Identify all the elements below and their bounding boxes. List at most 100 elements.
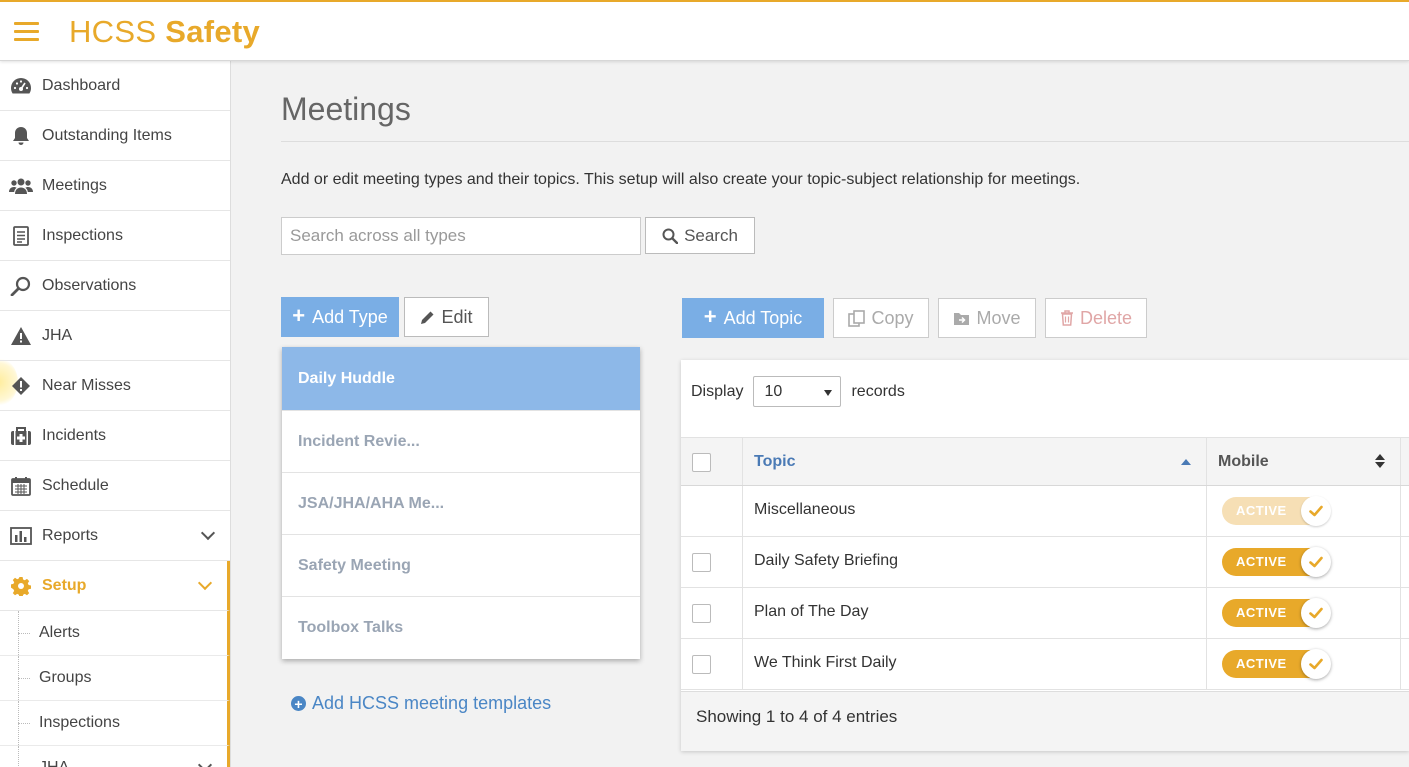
title-divider xyxy=(281,141,1409,142)
delete-topic-button[interactable]: Delete xyxy=(1045,298,1147,338)
meeting-types-list: Daily Huddle Incident Revie... JSA/JHA/A… xyxy=(282,347,640,659)
add-type-button[interactable]: + Add Type xyxy=(281,297,399,337)
chevron-down-icon[interactable] xyxy=(197,575,213,591)
medkit-icon xyxy=(9,424,33,448)
sidebar-item-schedule[interactable]: Schedule xyxy=(0,461,230,511)
move-topic-button[interactable]: Move xyxy=(938,298,1036,338)
toggle-label: ACTIVE xyxy=(1236,554,1287,569)
move-topic-label: Move xyxy=(976,307,1021,328)
add-topic-label: Add Topic xyxy=(723,307,803,328)
mobile-active-toggle[interactable]: ACTIVE xyxy=(1222,547,1331,577)
topic-name: Daily Safety Briefing xyxy=(754,552,899,569)
add-type-label: Add Type xyxy=(312,306,388,327)
sidebar-subitem-label: Groups xyxy=(39,669,92,686)
sidebar-item-reports[interactable]: Reports xyxy=(0,511,230,561)
mobile-cell: ACTIVE xyxy=(1207,486,1401,536)
mobile-cell: ACTIVE xyxy=(1207,588,1401,638)
plus-icon: + xyxy=(703,303,717,329)
meeting-type-item[interactable]: JSA/JHA/AHA Me... xyxy=(282,473,640,535)
table-row[interactable]: Miscellaneous ACTIVE xyxy=(681,486,1409,537)
delete-topic-label: Delete xyxy=(1079,307,1133,328)
meeting-type-item[interactable]: Safety Meeting xyxy=(282,535,640,597)
sidebar-subitem-label: JHA xyxy=(39,759,69,767)
bell-icon xyxy=(9,124,33,148)
sidebar-subitem-alerts[interactable]: Alerts xyxy=(0,611,230,656)
display-length-control: Display 10 records xyxy=(691,376,905,407)
mobile-column-header[interactable]: Mobile xyxy=(1207,438,1401,485)
edit-type-button[interactable]: Edit xyxy=(404,297,489,337)
sidebar-item-label: Dashboard xyxy=(42,76,121,94)
sidebar-item-label: Observations xyxy=(42,276,137,294)
sidebar-subitem-inspections[interactable]: Inspections xyxy=(0,701,230,746)
hamburger-menu-icon[interactable] xyxy=(14,22,39,42)
sidebar-item-label: Inspections xyxy=(42,226,123,244)
row-checkbox-cell xyxy=(681,486,743,536)
chevron-down-icon[interactable] xyxy=(200,525,216,541)
sidebar: Dashboard Outstanding Items Meetings Ins… xyxy=(0,61,231,767)
row-checkbox-cell xyxy=(681,588,743,638)
search-input[interactable] xyxy=(281,217,641,255)
toggle-label: ACTIVE xyxy=(1236,503,1287,518)
meeting-type-item[interactable]: Toolbox Talks xyxy=(282,597,640,659)
sidebar-item-label: Meetings xyxy=(42,176,107,194)
sidebar-item-dashboard[interactable]: Dashboard xyxy=(0,61,230,111)
topic-cell: Miscellaneous xyxy=(743,486,1207,536)
sidebar-item-label: Outstanding Items xyxy=(42,126,172,144)
check-icon xyxy=(1301,598,1331,628)
edit-type-label: Edit xyxy=(441,306,473,327)
sidebar-subitem-label: Alerts xyxy=(39,624,80,641)
brand-logo[interactable]: HCSS Safety xyxy=(69,14,260,50)
mobile-cell: ACTIVE xyxy=(1207,639,1401,689)
chevron-down-icon[interactable] xyxy=(197,757,213,767)
search-icon xyxy=(662,228,679,244)
table-row[interactable]: Daily Safety Briefing ACTIVE xyxy=(681,537,1409,588)
display-label: Display xyxy=(691,382,744,400)
topic-column-header[interactable]: Topic xyxy=(743,438,1207,485)
meeting-type-item[interactable]: Daily Huddle xyxy=(282,347,640,411)
copy-icon xyxy=(848,309,866,327)
search-button[interactable]: Search xyxy=(645,217,755,254)
sidebar-item-label: Near Misses xyxy=(42,376,131,394)
check-icon xyxy=(1301,649,1331,679)
sidebar-item-incidents[interactable]: Incidents xyxy=(0,411,230,461)
sidebar-item-inspections[interactable]: Inspections xyxy=(0,211,230,261)
row-checkbox[interactable] xyxy=(692,553,711,572)
sidebar-item-setup[interactable]: Setup xyxy=(0,561,230,611)
add-templates-link[interactable]: + Add HCSS meeting templates xyxy=(291,693,551,714)
mobile-active-toggle[interactable]: ACTIVE xyxy=(1222,496,1331,526)
dashboard-icon xyxy=(9,74,33,98)
sidebar-item-observations[interactable]: Observations xyxy=(0,261,230,311)
check-icon xyxy=(1301,547,1331,577)
mobile-active-toggle[interactable]: ACTIVE xyxy=(1222,598,1331,628)
plus-circle-icon: + xyxy=(291,696,306,711)
row-checkbox[interactable] xyxy=(692,604,711,623)
users-icon xyxy=(9,174,33,198)
sidebar-subitem-jha[interactable]: JHA xyxy=(0,746,230,767)
topic-name: Plan of The Day xyxy=(754,603,869,620)
table-row[interactable]: We Think First Daily ACTIVE xyxy=(681,639,1409,690)
sidebar-item-near-misses[interactable]: Near Misses xyxy=(0,361,230,411)
sidebar-item-jha[interactable]: JHA xyxy=(0,311,230,361)
row-checkbox[interactable] xyxy=(692,655,711,674)
sidebar-item-outstanding-items[interactable]: Outstanding Items xyxy=(0,111,230,161)
clipboard-icon xyxy=(9,224,33,248)
records-per-page-select[interactable]: 10 xyxy=(753,376,842,407)
topic-header-label: Topic xyxy=(754,453,796,470)
mobile-active-toggle[interactable]: ACTIVE xyxy=(1222,649,1331,679)
topics-panel: Display 10 records Topic Mobile Miscella… xyxy=(681,360,1409,751)
sidebar-item-label: Setup xyxy=(42,576,87,594)
row-checkbox-cell xyxy=(681,537,743,587)
meeting-type-item[interactable]: Incident Revie... xyxy=(282,411,640,473)
search-button-label: Search xyxy=(684,225,738,245)
add-topic-button[interactable]: + Add Topic xyxy=(682,298,824,338)
sidebar-item-meetings[interactable]: Meetings xyxy=(0,161,230,211)
brand-product: Safety xyxy=(165,14,261,49)
caret-down-icon xyxy=(824,390,833,396)
header-checkbox-cell xyxy=(681,438,743,485)
copy-topic-button[interactable]: Copy xyxy=(833,298,929,338)
sidebar-subitem-groups[interactable]: Groups xyxy=(0,656,230,701)
table-row[interactable]: Plan of The Day ACTIVE xyxy=(681,588,1409,639)
top-bar: HCSS Safety xyxy=(0,0,1409,61)
select-all-checkbox[interactable] xyxy=(692,453,711,472)
add-templates-label: Add HCSS meeting templates xyxy=(312,693,552,713)
